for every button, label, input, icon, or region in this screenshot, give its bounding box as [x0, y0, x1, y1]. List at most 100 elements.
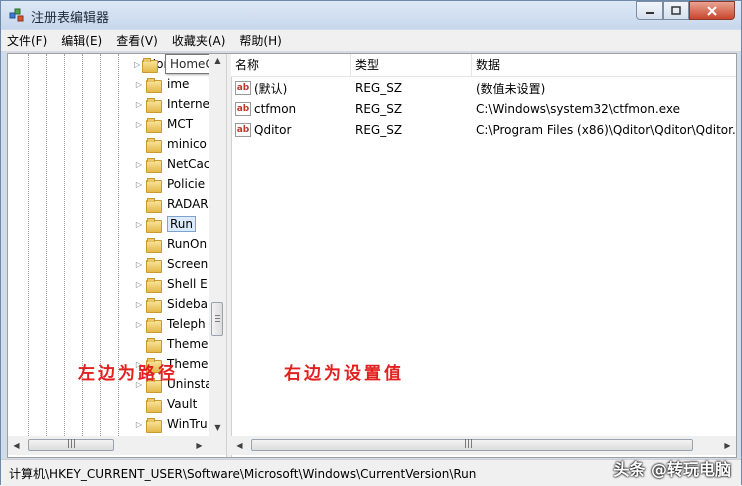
value-row[interactable]: ab (默认) REG_SZ (数值未设置) — [231, 78, 736, 98]
string-value-icon: ab — [235, 123, 251, 137]
window-title: 注册表编辑器 — [31, 11, 110, 26]
folder-icon — [146, 317, 162, 333]
minimize-button[interactable] — [636, 1, 663, 20]
tree-node[interactable]: Vault — [134, 394, 214, 414]
tree-node[interactable]: RADAR — [134, 194, 214, 214]
expand-arrow-icon[interactable]: ▷ — [134, 300, 144, 309]
list-scroll-right-arrow-icon[interactable]: ▶ — [719, 439, 736, 453]
tree-node-label: Run — [167, 216, 197, 232]
string-value-icon: ab — [235, 102, 251, 116]
value-data: C:\Program Files (x86)\Qditor\Qditor\Qdi… — [476, 123, 736, 137]
tree-node-label: Policie — [167, 177, 206, 191]
scroll-left-arrow-icon[interactable]: ◀ — [8, 439, 25, 453]
maximize-button[interactable] — [663, 1, 689, 20]
tree-scroll-thumb[interactable] — [211, 302, 223, 336]
scroll-right-arrow-icon[interactable]: ▶ — [191, 439, 208, 453]
scroll-down-arrow-icon[interactable]: ▼ — [209, 421, 226, 435]
value-name: (默认) — [254, 81, 288, 96]
close-icon — [707, 5, 717, 16]
tree-node-label: Interne — [167, 97, 210, 111]
column-header-type[interactable]: 类型 — [351, 54, 472, 76]
maximize-icon — [671, 5, 681, 15]
tree-node-label: Teleph — [167, 317, 206, 331]
tree-node[interactable]: ▷ Screen — [134, 254, 214, 274]
value-type: REG_SZ — [355, 81, 403, 95]
expand-arrow-icon[interactable]: ▷ — [134, 260, 144, 269]
tree-node[interactable]: ▷ Sideba — [134, 294, 214, 314]
folder-icon — [146, 217, 162, 233]
tree-node-label: Screen — [167, 257, 209, 271]
folder-icon — [146, 77, 162, 93]
folder-icon — [146, 177, 162, 193]
expand-arrow-icon[interactable]: ▷ — [134, 320, 144, 329]
value-type: REG_SZ — [355, 123, 403, 137]
value-name: Qditor — [254, 123, 292, 137]
folder-icon — [146, 417, 162, 433]
list-scroll-left-arrow-icon[interactable]: ◀ — [231, 439, 248, 453]
tree-node-label: RADAR — [167, 197, 209, 211]
tree-node[interactable]: minico — [134, 134, 214, 154]
tree-node[interactable]: Theme — [134, 334, 214, 354]
menu-bar: 文件(F) 编辑(E) 查看(V) 收藏夹(A) 帮助(H) — [1, 30, 741, 52]
menu-view[interactable]: 查看(V) — [110, 32, 166, 49]
minimize-icon — [645, 11, 654, 14]
tree-node[interactable]: ▷ Run — [134, 214, 214, 234]
tree-node[interactable]: ▷ MCT — [134, 114, 214, 134]
menu-help[interactable]: 帮助(H) — [233, 32, 289, 49]
value-data: (数值未设置) — [476, 81, 546, 96]
menu-file[interactable]: 文件(F) — [1, 32, 55, 49]
folder-icon — [146, 277, 162, 293]
tree-node[interactable]: ▷ WinTru — [134, 414, 214, 434]
tree-vertical-scrollbar[interactable]: ▲ ▼ — [209, 54, 226, 436]
expand-arrow-icon[interactable]: ▷ — [134, 420, 144, 429]
tree-node-label: Sideba — [167, 297, 208, 311]
folder-icon — [146, 197, 162, 213]
tree-node[interactable]: ▷ Interne — [134, 94, 214, 114]
menu-edit[interactable]: 编辑(E) — [55, 32, 110, 49]
column-header-name[interactable]: 名称 — [231, 54, 351, 76]
expand-arrow-icon[interactable]: ▷ — [134, 220, 144, 229]
expand-arrow-icon[interactable]: ▷ — [134, 160, 144, 169]
tree-hscroll-thumb[interactable]: ||| — [28, 439, 114, 451]
tree-node[interactable]: ▷ Shell E — [134, 274, 214, 294]
watermark: 头条 @转玩电脑 — [613, 460, 731, 479]
folder-icon — [146, 137, 162, 153]
expand-arrow-icon[interactable]: ▷ — [134, 100, 144, 109]
registry-editor-window: 注册表编辑器 文件(F) 编辑(E) 查看(V) 收藏夹(A) 帮助(H) ▷ … — [0, 0, 742, 486]
annotation-left: 左边为路径 — [78, 364, 178, 384]
key-tree-pane: ▷HomeGroup▷ime▷Interne▷MCTminico▷NetCac▷… — [8, 54, 226, 457]
expand-arrow-icon[interactable]: ▷ — [134, 80, 144, 89]
tree-node[interactable]: ▷ Policie — [134, 174, 214, 194]
tree-node-label: RunOn — [167, 237, 208, 251]
tree-node-label: ime — [167, 77, 190, 91]
value-data: C:\Windows\system32\ctfmon.exe — [476, 102, 681, 116]
menu-favorites[interactable]: 收藏夹(A) — [166, 32, 234, 49]
close-button[interactable] — [689, 1, 735, 20]
list-header: 名称 类型 数据 — [231, 54, 736, 77]
tree-node[interactable]: ▷ NetCac — [134, 154, 214, 174]
folder-icon — [146, 97, 162, 113]
list-horizontal-scrollbar[interactable]: ◀ ||| ▶ — [231, 436, 736, 455]
value-row[interactable]: ab Qditor REG_SZ C:\Program Files (x86)\Qdi… — [231, 120, 736, 140]
scroll-up-arrow-icon[interactable]: ▲ — [209, 54, 226, 68]
expand-arrow-icon[interactable]: ▷ — [134, 180, 144, 189]
status-path: 计算机\HKEY_CURRENT_USER\Software\Microsoft… — [9, 467, 477, 481]
content-area: ▷HomeGroup▷ime▷Interne▷MCTminico▷NetCac▷… — [7, 53, 737, 458]
title-bar: 注册表编辑器 — [1, 1, 741, 29]
folder-icon — [146, 257, 162, 273]
folder-icon — [146, 117, 162, 133]
value-row[interactable]: ab ctfmon REG_SZ C:\Windows\system32\ctfmon… — [231, 99, 736, 119]
expand-arrow-icon[interactable]: ▷ — [134, 280, 144, 289]
column-header-data[interactable]: 数据 — [472, 54, 736, 76]
tree-node-label: Shell E — [167, 277, 208, 291]
expand-arrow-icon[interactable]: ▷ — [134, 60, 140, 69]
tree-node[interactable]: ▷ Teleph — [134, 314, 214, 334]
tree-node[interactable]: RunOn — [134, 234, 214, 254]
expand-arrow-icon[interactable]: ▷ — [134, 120, 144, 129]
tree-horizontal-scrollbar[interactable]: ◀ ||| ▶ — [8, 436, 226, 455]
tree-node[interactable]: ▷ ime — [134, 74, 214, 94]
string-value-icon: ab — [235, 81, 251, 95]
value-type: REG_SZ — [355, 102, 403, 116]
list-hscroll-thumb[interactable]: ||| — [251, 439, 693, 451]
value-name: ctfmon — [254, 102, 297, 116]
